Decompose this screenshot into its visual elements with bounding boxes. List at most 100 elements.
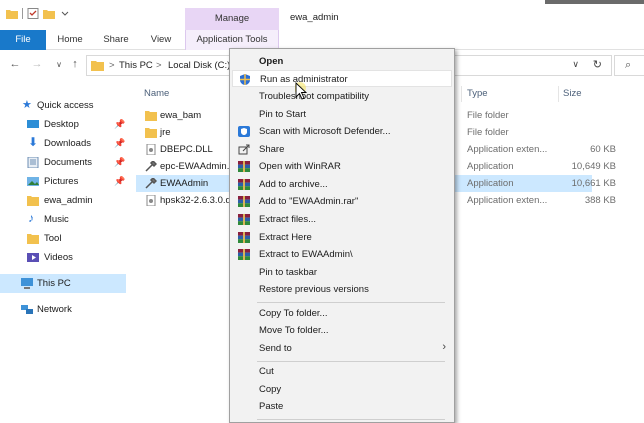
pin-icon[interactable]: 📌 [114,157,125,168]
breadcrumb-local-disk[interactable]: Local Disk (C:) [168,60,230,71]
file-name: EWAAdmin [160,178,209,189]
menu-item-open-with-winrar[interactable]: Open with WinRAR [232,158,452,175]
menu-item-scan-with-defender[interactable]: Scan with Microsoft Defender... [232,123,452,140]
file-type: Application [467,178,514,189]
menu-item-open[interactable]: Open [232,53,452,70]
sidebar-item-downloads[interactable]: ⬇ Downloads 📌 [0,134,130,153]
sidebar-item-this-pc[interactable]: This PC [0,274,126,293]
menu-item-send-to[interactable]: Send to › [232,340,452,357]
menu-separator [257,361,445,362]
folder-icon [145,111,157,121]
menu-item-add-to-archive[interactable]: Add to archive... [232,176,452,193]
column-divider[interactable] [558,86,559,102]
sidebar-item-quick-access[interactable]: ★ Quick access [0,96,130,115]
music-note-icon: ♪ [28,211,34,225]
menu-item-label: Pin to Start [259,109,306,120]
menu-item-label: Pin to taskbar [259,267,318,278]
sidebar-item-label: Downloads [44,138,91,149]
sidebar-item-network[interactable]: Network [0,300,130,319]
menu-item-restore-previous-versions[interactable]: Restore previous versions [232,281,452,298]
menu-item-copy[interactable]: Copy [232,381,452,398]
pin-icon[interactable]: 📌 [114,138,125,149]
sidebar-item-desktop[interactable]: Desktop 📌 [0,115,130,134]
menu-item-label: Cut [259,366,274,377]
sidebar-item-music[interactable]: ♪ Music [0,210,130,229]
sidebar-item-pictures[interactable]: Pictures 📌 [0,172,130,191]
menu-item-cut[interactable]: Cut [232,363,452,380]
ribbon-tabs: File Home Share View Application Tools [0,30,644,50]
sidebar-item-documents[interactable]: Documents 📌 [0,153,130,172]
column-divider[interactable] [461,86,462,102]
chevron-down-icon[interactable] [59,8,71,19]
title-bar: Manage ewa_admin [0,0,644,30]
menu-item-copy-to-folder[interactable]: Copy To folder... [232,305,452,322]
new-folder-icon[interactable] [43,8,55,19]
network-icon [21,305,33,314]
sidebar-item-videos[interactable]: Videos [0,248,130,267]
up-arrow-icon[interactable]: ↑ [68,58,82,70]
forward-arrow-icon[interactable]: → [30,58,44,70]
sidebar-item-label: Tool [44,233,62,244]
menu-item-add-to-ewaadmin-rar[interactable]: Add to "EWAAdmin.rar" [232,193,452,210]
videos-icon [27,253,39,262]
sidebar-item-label: Pictures [44,176,79,187]
sidebar-item-ewa-admin[interactable]: ewa_admin [0,191,130,210]
menu-item-label: Copy [259,384,282,395]
folder-icon[interactable] [6,8,18,19]
breadcrumb-this-pc[interactable]: This PC [119,60,153,71]
menu-item-troubleshoot-compatibility[interactable]: Troubleshoot compatibility [232,88,452,105]
sidebar-item-tool[interactable]: Tool [0,229,130,248]
column-header-name[interactable]: Name [144,88,169,99]
column-header-type[interactable]: Type [467,88,488,99]
file-name: epc-EWAAdmin. [160,161,230,172]
menu-item-extract-to-folder[interactable]: Extract to EWAAdmin\ [232,246,452,263]
sidebar-item-label: ewa_admin [44,195,93,206]
menu-item-label: Extract to EWAAdmin\ [259,249,353,260]
menu-item-label: Troubleshoot compatibility [259,91,370,102]
file-name: hpsk32-2.6.3.0.dl [160,195,233,206]
dll-file-icon [146,144,156,155]
pin-icon[interactable]: 📌 [114,176,125,187]
menu-item-run-as-administrator[interactable]: Run as administrator [232,70,452,87]
chevron-right-icon: › [442,341,446,353]
sidebar-item-label: Documents [44,157,93,168]
tab-view[interactable]: View [144,30,178,50]
sidebar-item-label: Network [37,304,72,315]
manage-contextual-tab[interactable]: Manage [185,8,279,30]
menu-separator [257,302,445,303]
app-exe-icon [145,178,157,189]
quick-access-toolbar [6,8,71,19]
chevron-down-icon[interactable]: ∨ [572,59,579,70]
desktop-icon [27,120,39,128]
file-size: 60 KB [590,144,616,155]
menu-item-label: Move To folder... [259,325,329,336]
recent-chevron-icon[interactable]: ∨ [52,60,66,69]
file-name: ewa_bam [160,110,202,121]
winrar-icon [238,179,250,190]
menu-item-paste[interactable]: Paste [232,398,452,415]
file-type: File folder [467,127,509,138]
file-size: 10,661 KB [571,178,616,189]
pin-icon[interactable]: 📌 [114,119,125,130]
winrar-icon [238,232,250,243]
back-arrow-icon[interactable]: ← [8,58,22,70]
defender-icon [238,126,250,137]
menu-item-pin-to-taskbar[interactable]: Pin to taskbar [232,264,452,281]
refresh-icon[interactable]: ↻ [593,58,602,71]
tab-file[interactable]: File [0,30,46,50]
folder-icon [27,234,39,244]
menu-item-pin-to-start[interactable]: Pin to Start [232,106,452,123]
tab-application-tools[interactable]: Application Tools [185,30,279,50]
menu-item-move-to-folder[interactable]: Move To folder... [232,322,452,339]
menu-item-share[interactable]: Share [232,141,452,158]
column-header-size[interactable]: Size [563,88,581,99]
tab-share[interactable]: Share [98,30,134,50]
menu-item-extract-files[interactable]: Extract files... [232,211,452,228]
properties-check-icon[interactable] [27,8,39,19]
tab-home[interactable]: Home [52,30,88,50]
menu-item-extract-here[interactable]: Extract Here [232,229,452,246]
documents-icon [27,157,39,168]
search-box[interactable]: ⌕ [614,55,644,76]
menu-item-label: Open with WinRAR [259,161,341,172]
search-icon: ⌕ [625,59,632,71]
